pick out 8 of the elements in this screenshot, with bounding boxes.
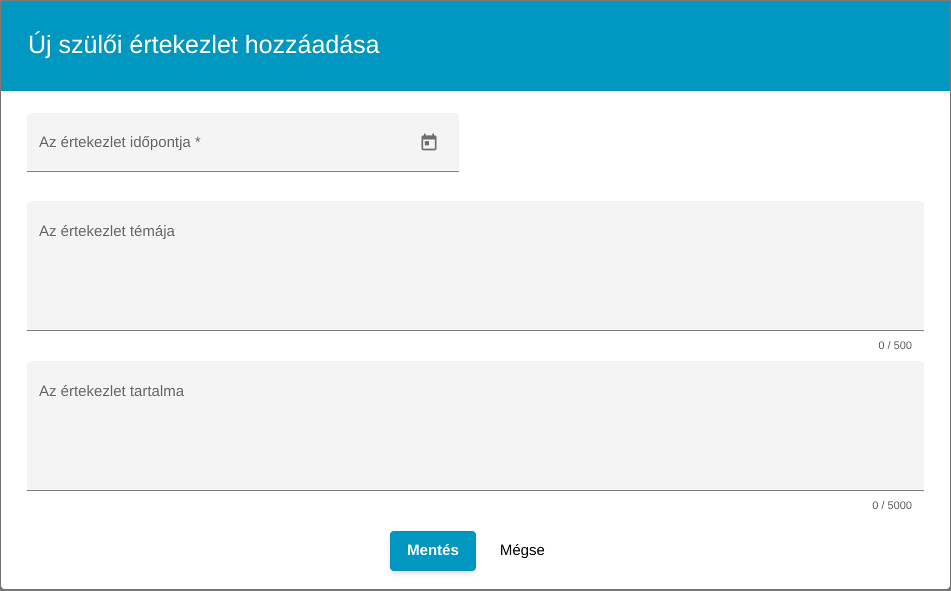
- date-field[interactable]: Az értekezlet időpontja *: [27, 113, 459, 172]
- text-area[interactable]: Az értekezlet témája: [27, 201, 924, 331]
- character-counter: 0 / 5000: [872, 498, 912, 514]
- cancel-button[interactable]: Mégse: [484, 531, 561, 571]
- dialog-title: Új szülői értekezlet hozzáadása: [28, 30, 380, 62]
- text-area[interactable]: Az értekezlet tartalma: [27, 361, 924, 491]
- character-counter: 0 / 500: [878, 338, 912, 354]
- calendar-icon[interactable]: [419, 132, 439, 152]
